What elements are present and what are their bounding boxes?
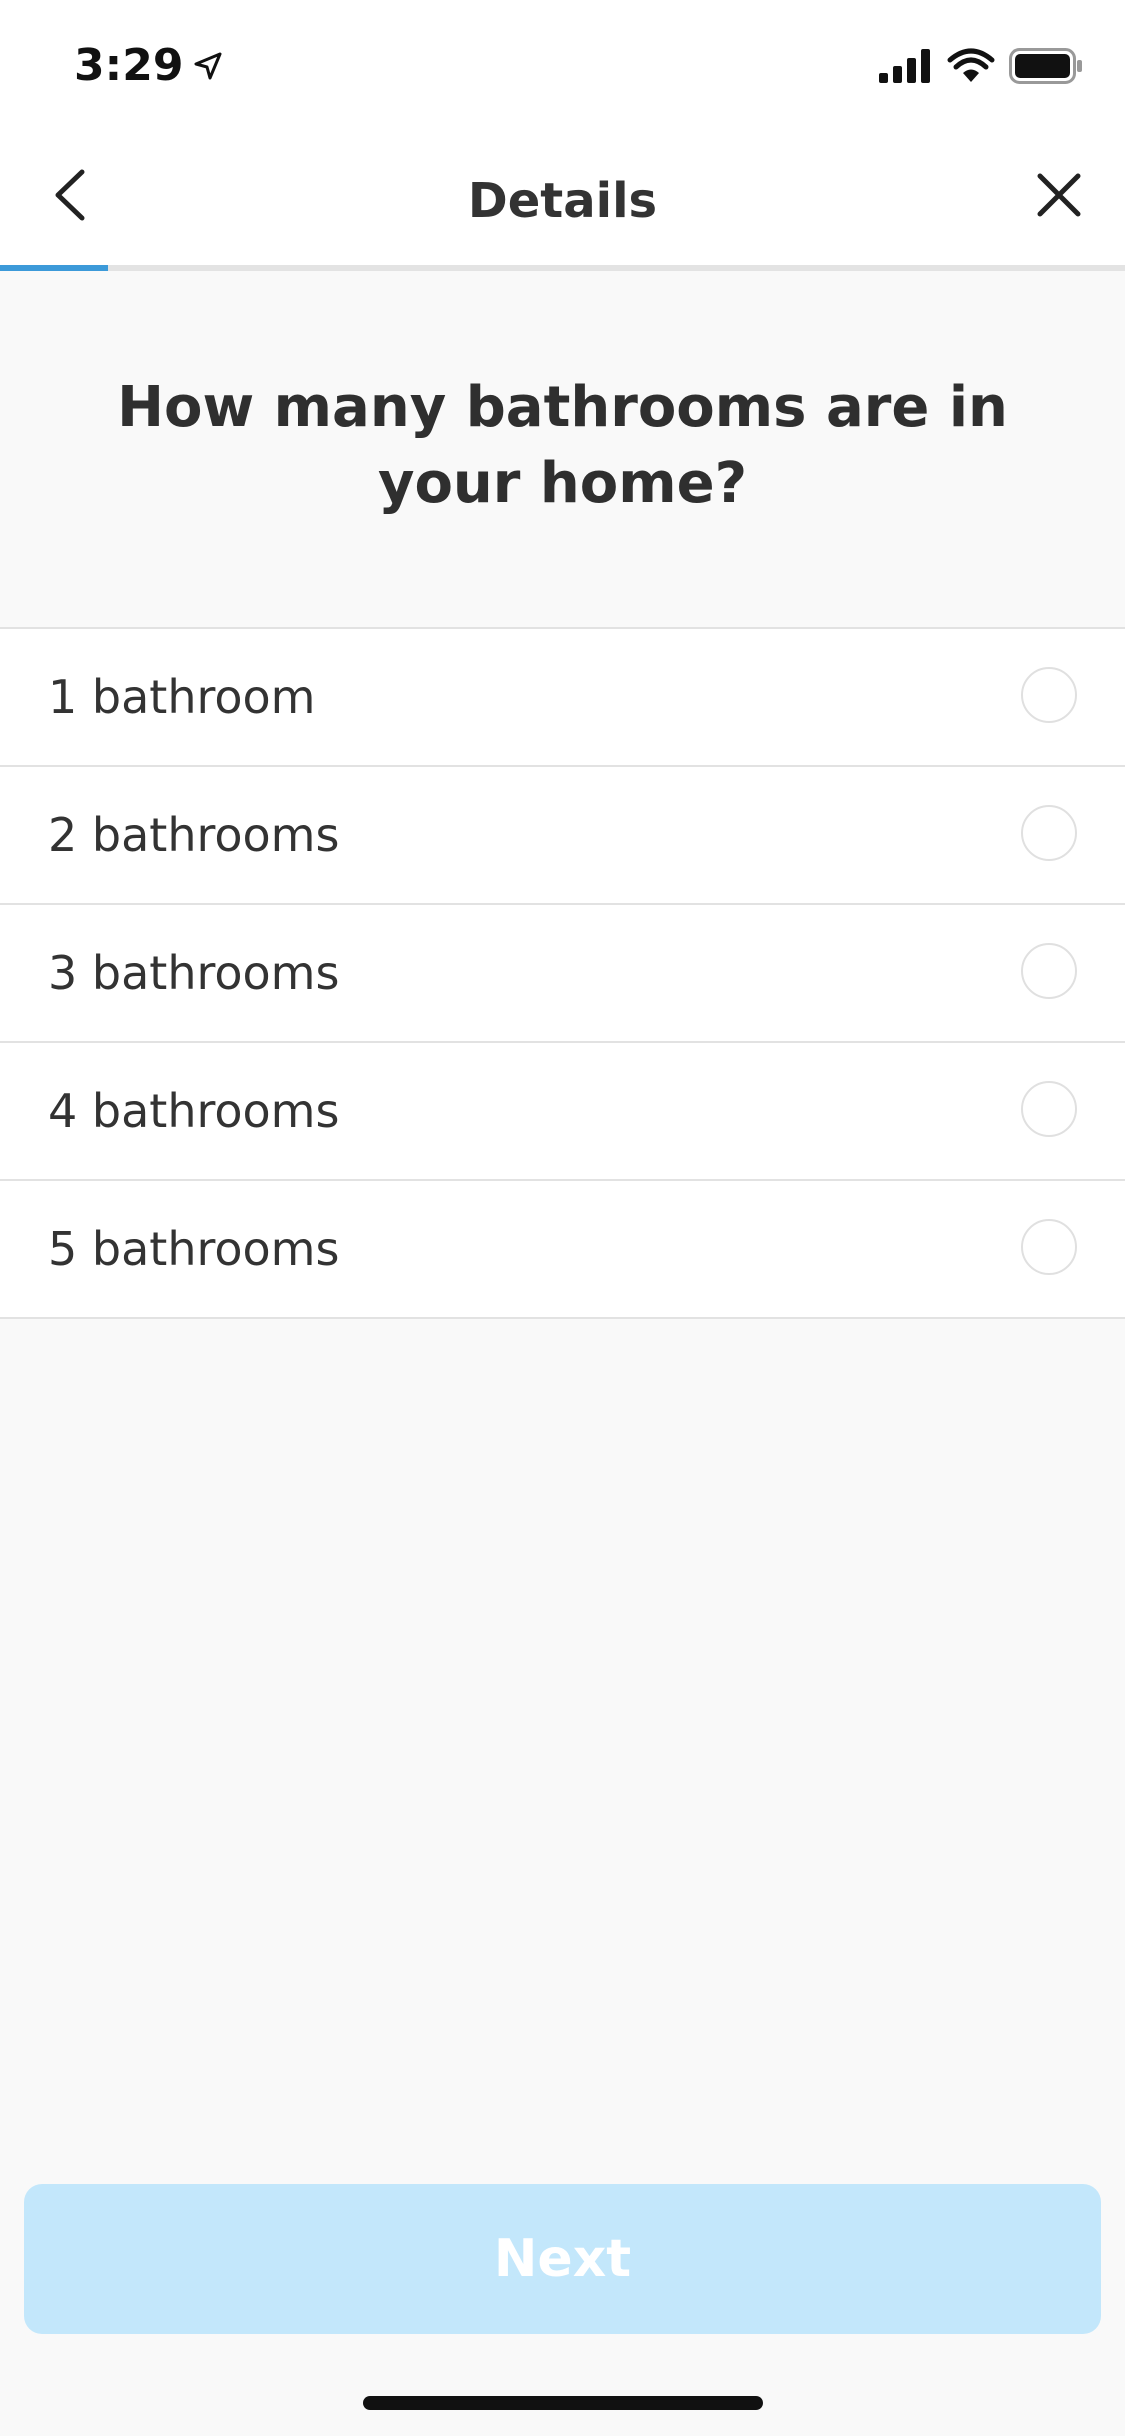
option-1-bathroom[interactable]: 1 bathroom [0, 629, 1125, 767]
option-label: 5 bathrooms [48, 1222, 340, 1276]
close-button[interactable] [1029, 165, 1089, 225]
option-label: 4 bathrooms [48, 1084, 340, 1138]
next-button[interactable]: Next [24, 2184, 1101, 2334]
wifi-icon [947, 48, 995, 82]
progress-fill [0, 265, 108, 271]
status-icons [879, 48, 1083, 84]
nav-bar: Details [0, 135, 1125, 265]
radio-button[interactable] [1021, 943, 1077, 999]
radio-button[interactable] [1021, 667, 1077, 723]
progress-bar [0, 265, 1125, 271]
radio-button[interactable] [1021, 805, 1077, 861]
status-time: 3:29 [74, 40, 223, 91]
radio-button[interactable] [1021, 1081, 1077, 1137]
option-4-bathrooms[interactable]: 4 bathrooms [0, 1043, 1125, 1181]
radio-button[interactable] [1021, 1219, 1077, 1275]
battery-icon [1009, 48, 1082, 84]
page-title: Details [467, 173, 658, 229]
signal-icon [879, 49, 930, 83]
options-list: 1 bathroom 2 bathrooms 3 bathrooms 4 bat… [0, 627, 1125, 1319]
option-label: 3 bathrooms [48, 946, 340, 1000]
option-2-bathrooms[interactable]: 2 bathrooms [0, 767, 1125, 905]
option-label: 2 bathrooms [48, 808, 340, 862]
close-icon [1037, 173, 1081, 217]
status-bar: 3:29 [0, 0, 1125, 135]
question-heading: How many bathrooms are in your home? [117, 375, 1008, 516]
status-time-label: 3:29 [74, 40, 184, 91]
location-arrow-icon [194, 52, 222, 79]
home-indicator [363, 2396, 763, 2410]
option-5-bathrooms[interactable]: 5 bathrooms [0, 1181, 1125, 1319]
option-label: 1 bathroom [48, 670, 316, 724]
option-3-bathrooms[interactable]: 3 bathrooms [0, 905, 1125, 1043]
